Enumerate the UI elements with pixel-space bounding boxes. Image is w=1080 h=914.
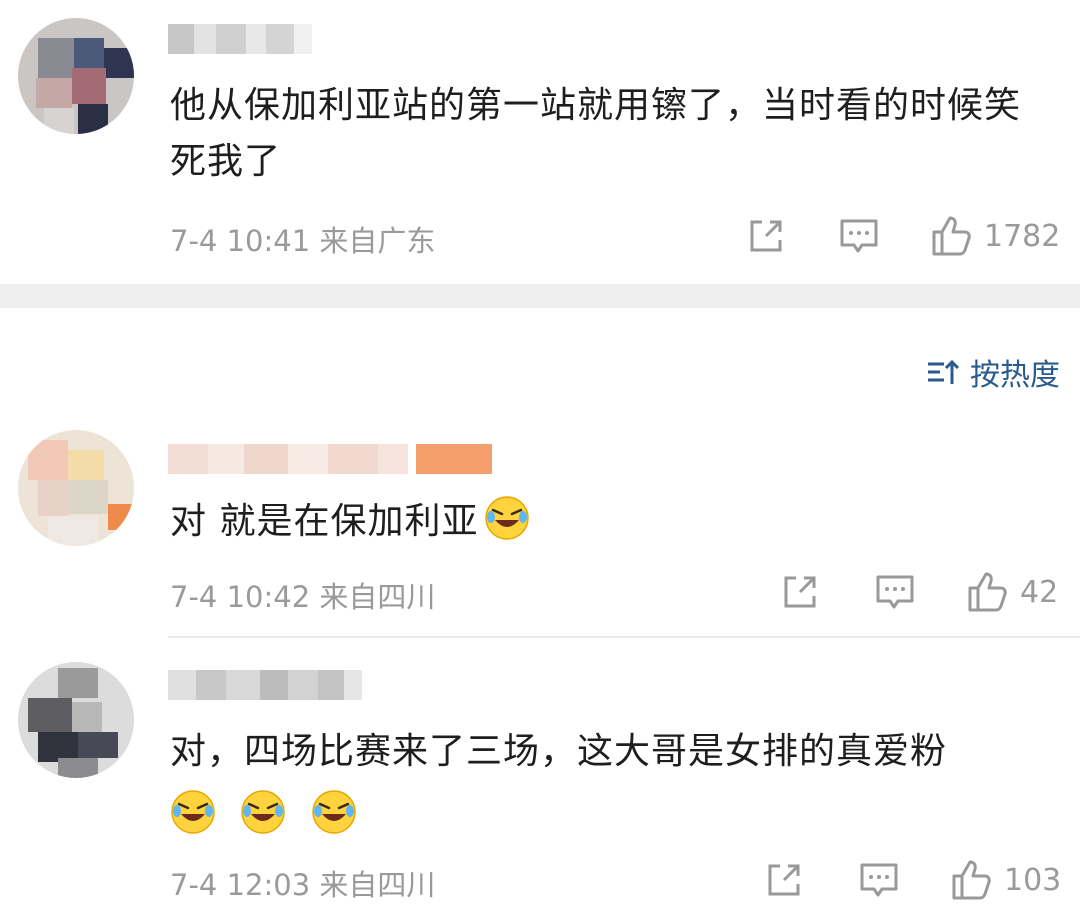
comment-text-content: 对 就是在保加利亚 [170,501,479,542]
comment-icon [876,575,914,609]
thumbs-up-icon [968,572,1007,612]
share-button[interactable] [764,860,804,900]
username-redacted[interactable] [168,670,362,700]
reply-button[interactable] [858,860,900,900]
laughing-tears-emoji [485,496,530,540]
share-button[interactable] [746,216,786,256]
like-button[interactable]: 1782 [930,214,1060,258]
username-redacted[interactable] [168,444,492,474]
sort-label: 按热度 [970,358,1060,393]
sort-by-hot-button[interactable]: 按热度 [926,350,1060,394]
share-button[interactable] [780,572,820,612]
like-count: 42 [1020,574,1059,610]
like-count: 103 [1004,862,1062,898]
avatar[interactable] [18,662,134,778]
comment-icon [860,863,898,897]
sort-icon [928,359,960,384]
comment-icon [840,219,878,253]
share-icon [784,576,816,608]
comment-meta: 7-4 12:03 来自四川 [170,862,435,904]
comment-time: 7-4 10:41 [170,224,311,258]
comment-time: 7-4 10:42 [170,580,311,614]
comment-meta: 7-4 10:42 来自四川 [170,574,435,616]
comment-location: 来自广东 [319,224,436,258]
like-count: 1782 [984,218,1061,254]
comment-divider [168,636,1080,638]
like-button[interactable]: 103 [950,858,1061,902]
laughing-tears-emoji [312,790,356,834]
share-icon [750,220,782,252]
comment-time: 7-4 12:03 [170,868,311,902]
comment-text: 他从保加利亚站的第一站就用镲了，当时看的时候笑死我了 [170,85,1022,182]
like-button[interactable]: 42 [966,570,1058,614]
reply-button[interactable] [874,572,916,612]
comment-text-content: 对，四场比赛来了三场，这大哥是女排的真爱粉 [170,731,948,772]
reply-button[interactable] [838,216,880,256]
share-icon [768,864,800,896]
thumbs-up-icon [932,216,971,256]
username-redacted[interactable] [168,24,312,54]
emoji-row [170,788,1050,844]
comment-location: 来自四川 [319,868,436,902]
section-divider [0,284,1080,308]
avatar[interactable] [18,18,134,134]
comment-text: 对 就是在保加利亚 [170,494,1050,550]
laughing-tears-emoji [171,790,215,834]
avatar[interactable] [18,430,134,546]
thumbs-up-icon [952,860,991,900]
comment-location: 来自四川 [319,580,436,614]
comment-meta: 7-4 10:41 来自广东 [170,218,435,260]
laughing-tears-emoji [241,790,286,834]
comment-text: 对，四场比赛来了三场，这大哥是女排的真爱粉 [170,724,1050,844]
